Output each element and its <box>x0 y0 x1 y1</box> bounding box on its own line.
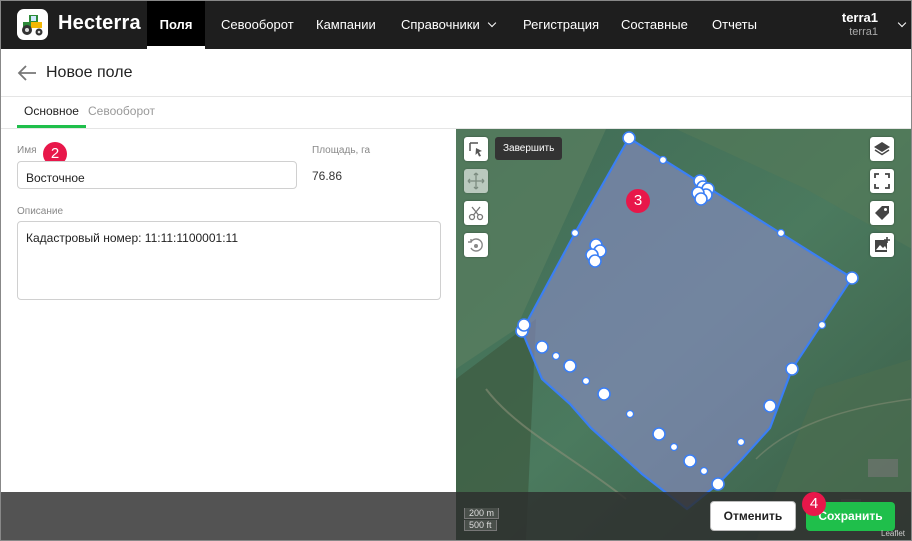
nav-composite[interactable]: Составные <box>621 0 688 49</box>
fullscreen-icon <box>874 173 890 189</box>
user-menu[interactable]: terra1 terra1 <box>842 10 878 38</box>
user-login: terra1 <box>849 26 878 38</box>
tractor-icon <box>22 15 43 36</box>
move-tool[interactable] <box>464 169 488 193</box>
user-name: terra1 <box>841 10 878 25</box>
name-input[interactable]: Восточное <box>17 161 297 189</box>
draw-polygon-tool[interactable] <box>464 137 488 161</box>
brand-name: Hecterra <box>58 12 141 34</box>
app-logo[interactable] <box>17 9 48 40</box>
finish-tooltip: Завершить <box>495 137 563 160</box>
user-chevron-down-icon[interactable] <box>897 18 907 28</box>
tabs: Основное Севооборот <box>0 97 456 128</box>
layers-icon <box>874 142 890 156</box>
map-attribution[interactable]: Leaflet <box>881 529 905 538</box>
nav-reports[interactable]: Отчеты <box>712 0 757 49</box>
scale-imperial: 500 ft <box>464 520 497 531</box>
area-label: Площадь, га <box>312 145 371 156</box>
nav-campaigns[interactable]: Кампании <box>316 0 376 49</box>
rotate-icon <box>468 238 483 252</box>
description-textarea[interactable]: Кадастровый номер: 11:11:1100001:11 <box>17 221 441 300</box>
chevron-down-icon <box>487 18 497 28</box>
scale-metric: 200 m <box>464 508 500 519</box>
nav-registration[interactable]: Регистрация <box>523 0 599 49</box>
tag-icon <box>875 206 889 220</box>
tab-main[interactable]: Основное <box>17 97 86 128</box>
cancel-button[interactable]: Отменить <box>710 501 796 531</box>
cut-tool[interactable] <box>464 201 488 225</box>
top-navbar: Hecterra Поля Севооборот Кампании Справо… <box>0 0 912 49</box>
draw-polygon-icon <box>469 142 482 157</box>
description-label: Описание <box>17 206 64 217</box>
tag-tool[interactable] <box>870 201 894 225</box>
fullscreen-tool[interactable] <box>870 169 894 193</box>
rotate-tool[interactable] <box>464 233 488 257</box>
area-value: 76.86 <box>312 169 343 183</box>
nav-crop-rotation[interactable]: Севооборот <box>221 0 294 49</box>
map-view[interactable] <box>456 129 912 541</box>
page-header: Новое поле <box>0 49 912 97</box>
back-arrow-icon[interactable] <box>17 64 37 82</box>
layers-tool[interactable] <box>870 137 894 161</box>
nav-directories-label: Справочники <box>401 17 480 32</box>
add-image-icon <box>875 237 890 252</box>
name-label: Имя <box>17 145 37 156</box>
step-marker-3: 3 <box>626 189 650 213</box>
move-icon <box>467 172 485 190</box>
scissors-icon <box>468 206 484 221</box>
step-marker-4: 4 <box>802 492 826 516</box>
nav-directories[interactable]: Справочники <box>401 0 497 49</box>
tab-crop-rotation[interactable]: Севооборот <box>88 97 155 128</box>
nav-fields[interactable]: Поля <box>147 0 205 49</box>
page-title: Новое поле <box>46 64 133 81</box>
satellite-map <box>456 129 912 541</box>
add-image-tool[interactable] <box>870 233 894 257</box>
